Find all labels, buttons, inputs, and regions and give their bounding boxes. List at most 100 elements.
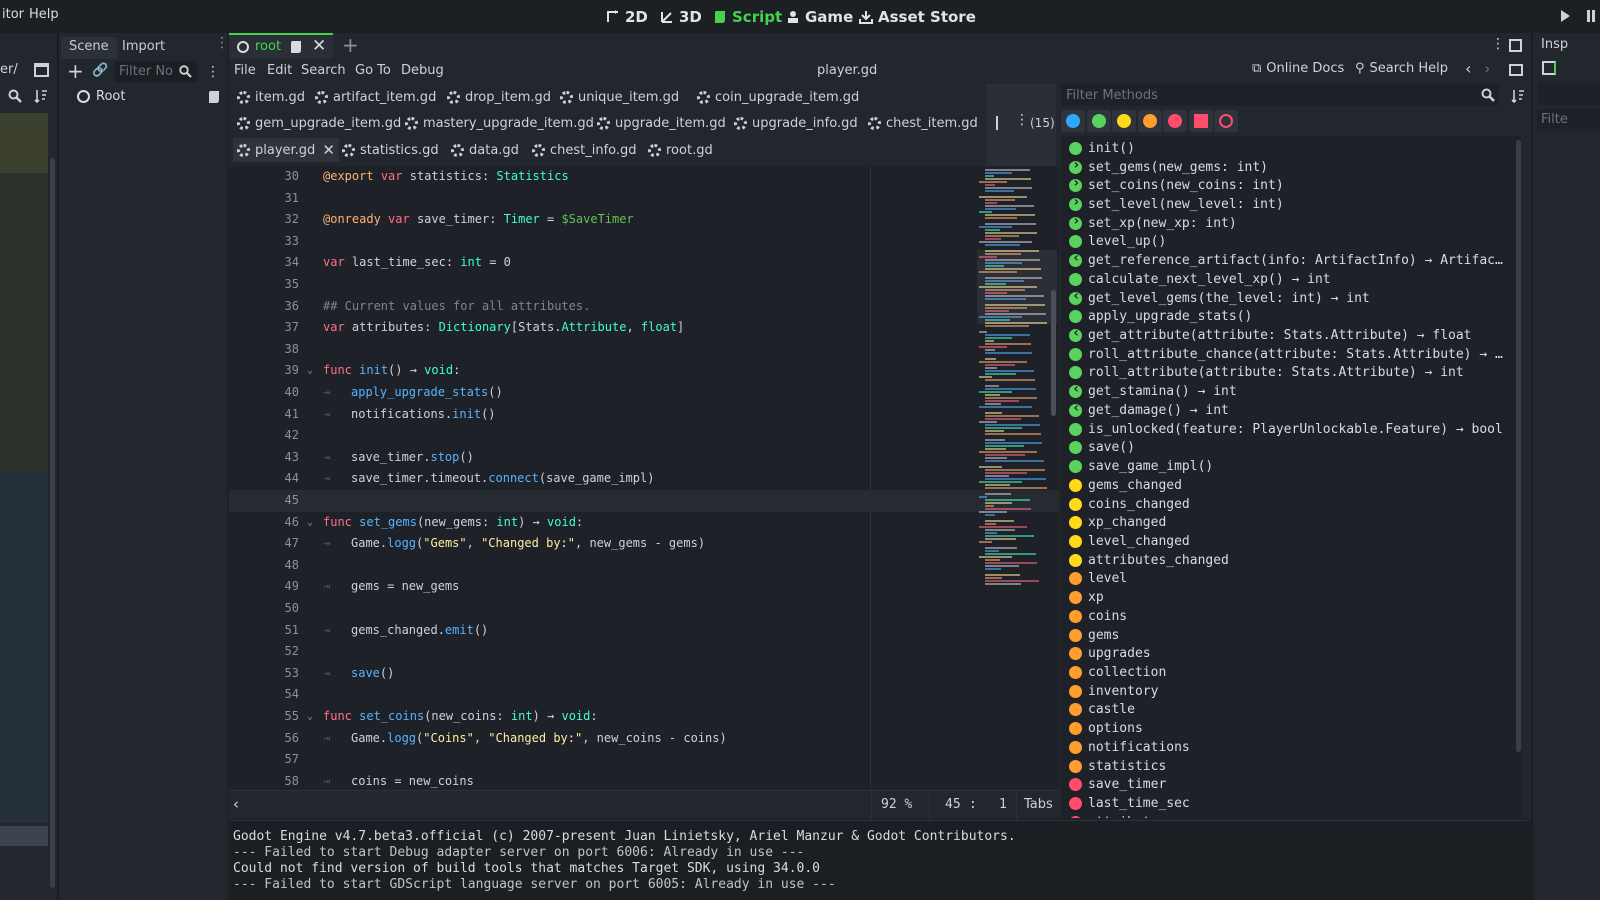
script-icon[interactable] xyxy=(207,90,220,103)
method-item[interactable]: options xyxy=(1069,719,1143,738)
method-item[interactable]: save_timer xyxy=(1069,775,1166,794)
member-filter-toggle[interactable] xyxy=(1214,110,1238,132)
file-tab[interactable]: player.gd ✕ xyxy=(233,138,339,162)
menu-edit[interactable]: Edit xyxy=(267,63,292,78)
indent-mode[interactable]: Tabs xyxy=(1024,797,1053,812)
code-line[interactable]: 38 xyxy=(229,339,1059,361)
file-tab[interactable]: statistics.gd xyxy=(342,138,439,162)
mode-2d-button[interactable]: 2D xyxy=(606,6,648,28)
method-item[interactable]: set_level(new_level: int) xyxy=(1069,194,1284,214)
inspector-object-field[interactable] xyxy=(1537,81,1600,105)
member-filter-toggle[interactable] xyxy=(1188,110,1213,132)
method-item[interactable]: init() xyxy=(1069,139,1135,158)
code-line[interactable]: 49 ⇥ gems = new_gems xyxy=(229,576,1059,598)
method-item[interactable]: last_time_sec xyxy=(1069,794,1190,813)
method-item[interactable]: is_unlocked(feature: PlayerUnlockable.Fe… xyxy=(1069,420,1503,439)
close-icon[interactable]: ✕ xyxy=(312,36,326,56)
toggle-panel-icon[interactable] xyxy=(1509,64,1523,76)
file-tab[interactable]: upgrade_item.gd xyxy=(597,112,726,136)
search-icon[interactable] xyxy=(8,89,22,103)
dock-menu-icon[interactable]: ⋮ xyxy=(215,36,229,50)
code-line[interactable]: 32 @onready var save_timer: Timer = $Save… xyxy=(229,209,1059,231)
scrollbar[interactable] xyxy=(1516,140,1521,752)
code-line[interactable]: 51 ⇥ gems_changed.emit() xyxy=(229,620,1059,642)
history-back-icon[interactable]: ‹ xyxy=(1465,59,1471,78)
method-item[interactable]: gems xyxy=(1069,626,1119,645)
search-help-button[interactable]: ⚲ Search Help xyxy=(1355,61,1448,76)
method-item[interactable]: set_coins(new_coins: int) xyxy=(1069,175,1284,195)
menu-editor[interactable]: itor xyxy=(2,7,24,22)
file-tab[interactable]: data.gd xyxy=(451,138,519,162)
method-item[interactable]: attributes_changed xyxy=(1069,551,1229,570)
fold-arrow-icon[interactable]: ⌄ xyxy=(307,512,313,534)
code-line[interactable]: 33 xyxy=(229,231,1059,253)
member-filter-toggle[interactable] xyxy=(1137,110,1162,132)
method-item[interactable]: get_stamina() → int xyxy=(1069,381,1237,401)
node-filter-field[interactable]: Filter No xyxy=(115,61,197,82)
file-tab[interactable]: artifact_item.gd xyxy=(315,85,436,109)
code-line[interactable]: 34 var last_time_sec: int = 0 xyxy=(229,252,1059,274)
method-item[interactable]: level xyxy=(1069,570,1127,589)
file-tab[interactable]: item.gd xyxy=(237,85,305,109)
method-item[interactable]: set_gems(new_gems: int) xyxy=(1069,157,1268,177)
minimap-viewport[interactable] xyxy=(977,250,1057,324)
code-line[interactable]: 43 ⇥ save_timer.stop() xyxy=(229,447,1059,469)
method-item[interactable]: attributes xyxy=(1069,813,1166,818)
method-item[interactable]: roll_attribute(attribute: Stats.Attribut… xyxy=(1069,364,1464,383)
code-editor[interactable]: 30 @export var statistics: Statistics 31 32… xyxy=(229,166,1059,790)
tab-scene[interactable]: Scene xyxy=(61,37,117,59)
file-tab[interactable]: unique_item.gd xyxy=(560,85,679,109)
close-icon[interactable]: ✕ xyxy=(322,141,335,159)
file-tab[interactable]: gem_upgrade_item.gd xyxy=(237,112,401,136)
code-line[interactable]: 58 ⇥ coins = new_coins xyxy=(229,771,1059,790)
mode-game-button[interactable]: Game xyxy=(786,6,853,28)
fullscreen-icon[interactable] xyxy=(1509,39,1522,52)
online-docs-button[interactable]: ⧉ Online Docs xyxy=(1252,61,1344,76)
code-line[interactable]: 30 @export var statistics: Statistics xyxy=(229,166,1059,188)
file-tab[interactable]: root.gd xyxy=(648,138,713,162)
member-filter-toggle[interactable] xyxy=(1112,110,1136,132)
file-tab[interactable]: drop_item.gd xyxy=(447,85,551,109)
editor-menu-icon[interactable]: ⋮ xyxy=(1491,36,1505,52)
history-forward-icon[interactable]: › xyxy=(1484,59,1490,78)
code-line[interactable]: 41 ⇥ notifications.init() xyxy=(229,404,1059,426)
methods-filter-field[interactable]: Filter Methods xyxy=(1061,84,1499,106)
mode-3d-button[interactable]: 3D xyxy=(660,6,702,28)
sort-icon[interactable] xyxy=(1511,89,1525,103)
mode-script-button[interactable]: Script xyxy=(713,6,782,28)
root-node-label[interactable]: Root xyxy=(96,89,125,104)
code-line[interactable]: 52 xyxy=(229,641,1059,663)
minimap[interactable] xyxy=(977,166,1057,606)
add-tab-icon[interactable]: + xyxy=(342,33,359,57)
filesystem-path[interactable]: er/ xyxy=(0,62,18,77)
mode-asset-store-button[interactable]: Asset Store xyxy=(859,6,976,28)
method-item[interactable]: statistics xyxy=(1069,757,1166,776)
scrollbar[interactable] xyxy=(1051,290,1056,416)
code-line[interactable]: 57 xyxy=(229,749,1059,771)
code-line[interactable]: 42 xyxy=(229,425,1059,447)
code-line[interactable]: 53 ⇥ save() xyxy=(229,663,1059,685)
inspector-tab[interactable]: Insp xyxy=(1541,37,1568,52)
new-resource-icon[interactable] xyxy=(1542,61,1556,75)
method-item[interactable]: save_game_impl() xyxy=(1069,457,1213,476)
method-item[interactable]: apply_upgrade_stats() xyxy=(1069,307,1252,326)
code-line[interactable]: 35 xyxy=(229,274,1059,296)
code-line[interactable]: 56 ⇥ Game.logg("Coins", "Changed by:", new… xyxy=(229,728,1059,750)
method-item[interactable]: roll_attribute_chance(attribute: Stats.A… xyxy=(1069,345,1503,364)
scene-tab-root[interactable]: root ✕ xyxy=(229,33,333,58)
link-icon[interactable]: 🔗 xyxy=(92,63,108,78)
fold-arrow-icon[interactable]: ⌄ xyxy=(307,706,313,728)
code-line[interactable]: 50 xyxy=(229,598,1059,620)
method-item[interactable]: calculate_next_level_xp() → int xyxy=(1069,270,1331,289)
code-line[interactable]: 47 ⇥ Game.logg("Gems", "Changed by:", new_… xyxy=(229,533,1059,555)
zoom-level[interactable]: 92 % xyxy=(881,797,912,812)
code-line[interactable]: 48 xyxy=(229,555,1059,577)
method-item[interactable]: xp xyxy=(1069,588,1104,607)
method-item[interactable]: get_attribute(attribute: Stats.Attribute… xyxy=(1069,325,1472,345)
inspector-filter-field[interactable]: Filte xyxy=(1537,109,1600,131)
code-line[interactable]: 40 ⇥ apply_upgrade_stats() xyxy=(229,382,1059,404)
method-item[interactable]: get_damage() → int xyxy=(1069,400,1229,420)
method-item[interactable]: save() xyxy=(1069,439,1135,458)
menu-go-to[interactable]: Go To xyxy=(355,63,391,78)
method-item[interactable]: coins_changed xyxy=(1069,495,1190,514)
